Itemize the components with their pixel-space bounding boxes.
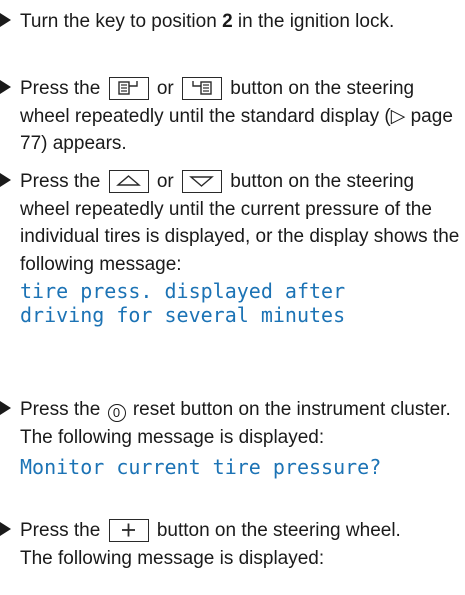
arrow-up-icon — [108, 170, 149, 193]
bullet-arrow-icon — [0, 522, 11, 536]
display-left-icon — [108, 77, 149, 100]
message-line-2: driving for several minutes — [20, 303, 346, 327]
step-3-text: Press the or button on the steering whee… — [20, 170, 460, 275]
step-1: Turn the key to position 2 in the igniti… — [0, 8, 465, 36]
position-number: 2 — [222, 11, 233, 32]
step-1-text: Turn the key to position 2 in the igniti… — [20, 11, 395, 32]
step-5-text: Press the button on the steering wheel. — [20, 519, 401, 542]
step-3: Press the or button on the steering whee… — [0, 168, 465, 327]
step-2-text: Press the or button on the steering whee… — [20, 77, 453, 154]
step-5: Press the button on the steering wheel. … — [0, 517, 465, 572]
step-4-followup: The following message is displayed: — [20, 426, 325, 448]
reset-0-icon: 0 — [107, 404, 126, 422]
bullet-arrow-icon — [0, 173, 11, 187]
bullet-arrow-icon — [0, 401, 11, 415]
step-4-text: Press the 0 reset button on the instrume… — [20, 399, 451, 422]
message-monitor: Monitor current tire pressure? — [20, 455, 382, 479]
plus-icon — [108, 519, 149, 542]
message-line-1: tire press. displayed after — [20, 279, 346, 303]
bullet-arrow-icon — [0, 13, 11, 27]
step-5-followup: The following message is displayed: — [20, 547, 325, 569]
arrow-down-icon — [182, 170, 222, 193]
bullet-arrow-icon — [0, 80, 11, 94]
step-2: Press the or button on the steering whee… — [0, 75, 465, 158]
step-4: Press the 0 reset button on the instrume… — [0, 396, 465, 479]
display-right-icon — [182, 77, 222, 100]
instruction-page: Turn the key to position 2 in the igniti… — [0, 0, 465, 595]
